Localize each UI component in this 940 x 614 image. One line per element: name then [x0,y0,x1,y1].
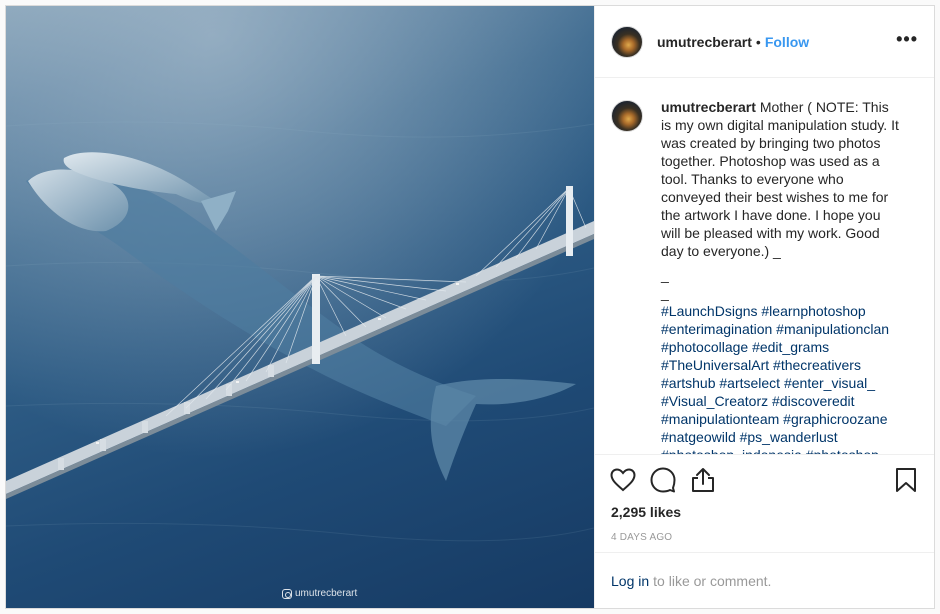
comments-section[interactable]: umutrecberart Mother ( NOTE: This is my … [595,78,934,454]
hashtag-list: #LaunchDsigns #learnphotoshop #enterimag… [661,302,899,454]
hashtag-line[interactable]: #manipulationteam #graphicroozane [661,410,899,428]
login-prompt: Log in to like or comment. [595,552,934,608]
hashtag-line[interactable]: #photocollage #edit_grams [661,338,899,356]
caption-username[interactable]: umutrecberart [661,99,756,115]
watermark-text: umutrecberart [295,588,358,599]
hashtag-line[interactable]: #TheUniversalArt #thecreativers [661,356,899,374]
post-timestamp[interactable]: 4 DAYS AGO [595,526,934,552]
login-prompt-text: to like or comment. [653,572,772,589]
whale-bridge-artwork [6,6,594,608]
hashtag-line[interactable]: #LaunchDsigns #learnphotoshop [661,302,899,320]
login-link[interactable]: Log in [611,573,649,589]
bookmark-icon[interactable] [892,466,920,494]
photo-watermark: umutrecberart [282,588,357,599]
caption-avatar[interactable] [611,100,643,132]
hashtag-line[interactable]: #artshub #artselect #enter_visual_ [661,374,899,392]
caption: umutrecberart Mother ( NOTE: This is my … [661,98,899,454]
hashtag-line[interactable]: #photoshop_indonesia #photoshop [661,446,899,454]
hashtag-line[interactable]: #enterimagination #manipulationclan [661,320,899,338]
action-bar [595,454,934,504]
hashtag-line[interactable]: #Visual_Creatorz #discoveredit [661,392,899,410]
header-username[interactable]: umutrecberart [657,34,752,50]
caption-underscore: _ [661,267,669,283]
separator-dot: • [755,33,761,50]
instagram-small-icon [282,588,292,599]
post-header: umutrecberart • Follow ••• [595,6,934,78]
follow-button[interactable]: Follow [765,34,809,50]
caption-underscore: _ [661,285,669,301]
hashtag-line[interactable]: #natgeowild #ps_wanderlust [661,428,899,446]
share-icon[interactable] [689,466,717,494]
more-options-icon[interactable]: ••• [896,30,918,50]
avatar[interactable] [611,25,643,58]
post-sidebar: umutrecberart • Follow ••• umutrecberart… [594,6,934,608]
comment-bubble-icon[interactable] [649,466,677,494]
caption-text: Mother ( NOTE: This is my own digital ma… [661,99,899,259]
instagram-post: umutrecberart umutrecberart • Follow •••… [5,5,935,609]
post-photo[interactable]: umutrecberart [6,6,594,608]
likes-count[interactable]: 2,295 likes [595,504,934,526]
heart-icon[interactable] [609,466,637,494]
